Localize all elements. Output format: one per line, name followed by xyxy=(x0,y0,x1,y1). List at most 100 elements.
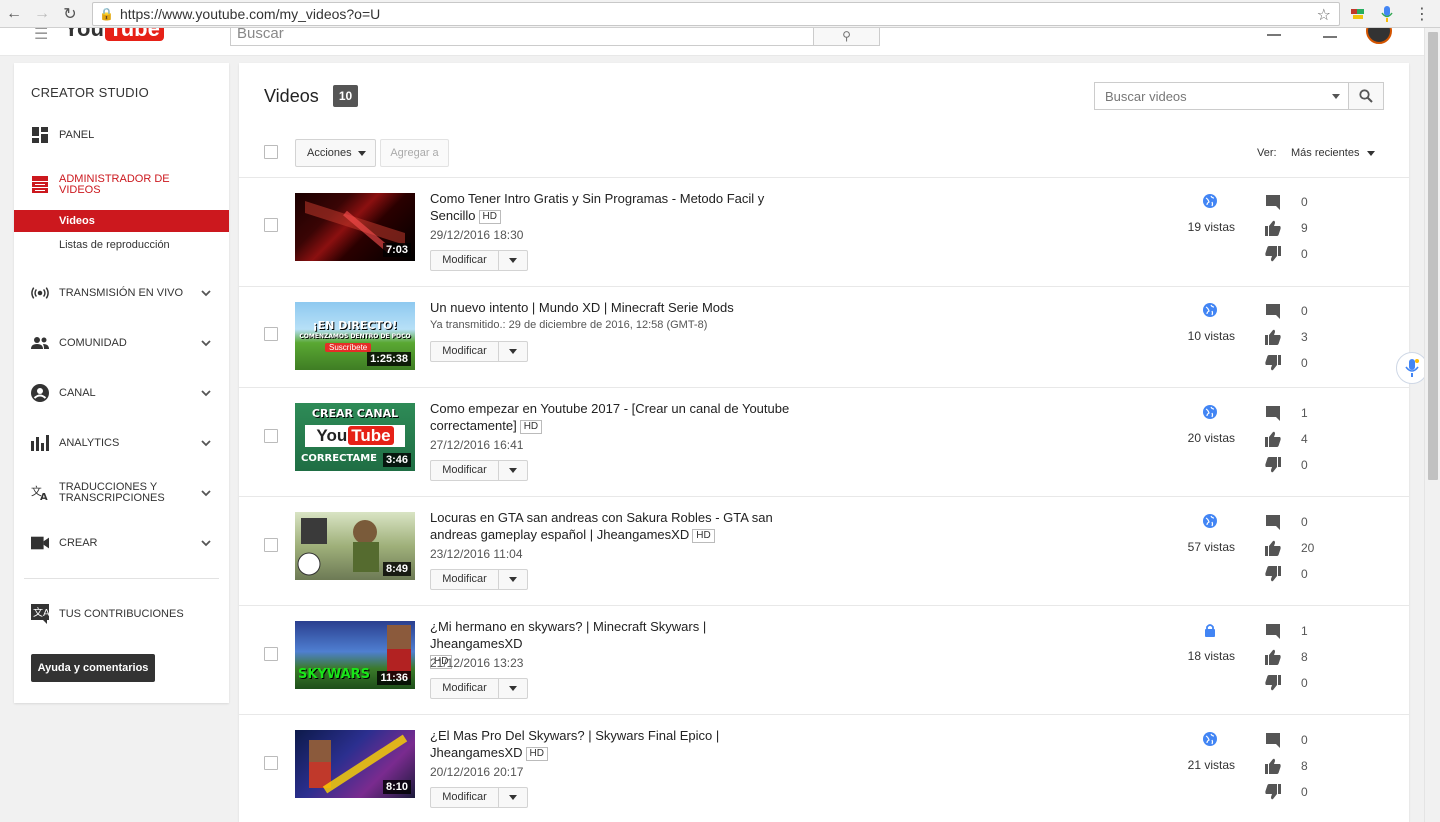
video-title-text[interactable]: Un nuevo intento | Mundo XD | Minecraft … xyxy=(430,300,734,315)
thumbs-down-icon xyxy=(1265,675,1281,691)
page-scrollbar[interactable] xyxy=(1424,28,1440,822)
video-title[interactable]: Como empezar en Youtube 2017 - [Crear un… xyxy=(430,400,790,434)
hd-badge: HD xyxy=(692,529,715,543)
sidebar-item-translations[interactable]: 文A TRADUCCIONES Y TRANSCRIPCIONES xyxy=(14,478,229,508)
public-globe-icon xyxy=(1203,732,1217,746)
video-title-text[interactable]: Locuras en GTA san andreas con Sakura Ro… xyxy=(430,510,773,542)
thumbs-up-icon xyxy=(1265,540,1281,556)
back-icon[interactable]: ← xyxy=(0,0,28,28)
video-thumbnail[interactable]: 8:10 xyxy=(295,730,415,798)
forward-icon[interactable]: → xyxy=(28,0,56,28)
sidebar-item-panel[interactable]: PANEL xyxy=(14,120,229,150)
video-thumbnail[interactable]: 8:49 xyxy=(295,512,415,580)
video-row-checkbox[interactable] xyxy=(264,218,278,232)
bookmark-star-icon[interactable]: ☆ xyxy=(1317,5,1331,25)
add-to-button[interactable]: Agregar a xyxy=(380,139,449,167)
upload-icon[interactable] xyxy=(1267,28,1281,36)
video-thumbnail[interactable]: SKYWARS 11:36 xyxy=(295,621,415,689)
scrollbar-thumb[interactable] xyxy=(1428,32,1438,480)
edit-label: Modificar xyxy=(431,342,499,361)
search-videos-input[interactable]: Buscar videos xyxy=(1094,82,1349,110)
sidebar-item-contributions[interactable]: 文A TUS CONTRIBUCIONES xyxy=(14,599,229,629)
video-row-checkbox[interactable] xyxy=(264,538,278,552)
edit-button[interactable]: Modificar xyxy=(430,341,528,362)
video-title[interactable]: Locuras en GTA san andreas con Sakura Ro… xyxy=(430,509,790,543)
video-thumbnail[interactable]: ¡EN DIRECTO! COMENZAMOS DENTRO DE POCO S… xyxy=(295,302,415,370)
sidebar-item-live[interactable]: TRANSMISIÓN EN VIVO xyxy=(14,278,229,308)
caret-down-icon[interactable] xyxy=(509,577,517,582)
chevron-down-icon[interactable] xyxy=(201,438,211,448)
address-bar[interactable]: 🔒 https://www.youtube.com/my_videos?o=U … xyxy=(92,2,1340,26)
view-count: 19 vistas xyxy=(1187,220,1235,234)
sidebar-subitem-videos[interactable]: Videos xyxy=(14,210,229,232)
edit-button[interactable]: Modificar xyxy=(430,787,528,808)
reload-icon[interactable]: ↻ xyxy=(56,0,84,28)
actions-dropdown-button[interactable]: Acciones xyxy=(295,139,376,167)
sort-select[interactable]: Más recientes xyxy=(1291,147,1376,159)
logo-you-text: You xyxy=(64,28,104,41)
comment-icon xyxy=(1266,406,1280,421)
dashboard-icon xyxy=(31,126,49,144)
video-row-checkbox[interactable] xyxy=(264,327,278,341)
chevron-down-icon[interactable] xyxy=(201,388,211,398)
actions-label: Acciones xyxy=(307,147,352,159)
sidebar-divider xyxy=(24,578,219,579)
video-thumbnail[interactable]: 7:03 xyxy=(295,193,415,261)
sidebar-item-channel[interactable]: CANAL xyxy=(14,378,229,408)
voice-extension-icon[interactable] xyxy=(1377,4,1397,24)
youtube-search-button[interactable]: ⚲ xyxy=(813,28,880,46)
search-videos-button[interactable] xyxy=(1349,82,1384,110)
edit-button[interactable]: Modificar xyxy=(430,250,528,271)
video-camera-icon xyxy=(31,534,49,552)
browser-toolbar: ← → ↻ 🔒 https://www.youtube.com/my_video… xyxy=(0,0,1440,28)
caret-down-icon[interactable] xyxy=(509,686,517,691)
video-date: 29/12/2016 18:30 xyxy=(430,228,524,242)
like-count: 4 xyxy=(1301,432,1308,446)
caret-down-icon[interactable] xyxy=(509,468,517,473)
search-options-dropdown-icon[interactable] xyxy=(1332,94,1340,99)
video-manager-icon xyxy=(31,176,49,194)
sidebar-item-video-manager[interactable]: ADMINISTRADOR DE VIDEOS xyxy=(14,170,229,200)
menu-icon[interactable]: ☰ xyxy=(34,28,48,44)
video-row: CREAR CANAL You Tube CORRECTAME 3:46 Como… xyxy=(239,388,1409,497)
sidebar-item-create[interactable]: CREAR xyxy=(14,528,229,558)
sidebar-item-community[interactable]: COMUNIDAD xyxy=(14,328,229,358)
video-title[interactable]: Un nuevo intento | Mundo XD | Minecraft … xyxy=(430,299,790,316)
live-broadcast-icon xyxy=(31,284,49,302)
video-title-text[interactable]: ¿Mi hermano en skywars? | Minecraft Skyw… xyxy=(430,619,706,651)
notifications-icon[interactable] xyxy=(1323,28,1337,38)
caret-down-icon[interactable] xyxy=(509,258,517,263)
chevron-down-icon[interactable] xyxy=(201,488,211,498)
caret-down-icon[interactable] xyxy=(509,349,517,354)
browser-menu-icon[interactable]: ⋮ xyxy=(1412,4,1432,24)
edit-button[interactable]: Modificar xyxy=(430,569,528,590)
avatar[interactable] xyxy=(1366,28,1392,44)
video-title[interactable]: Como Tener Intro Gratis y Sin Programas … xyxy=(430,190,790,224)
logo-tube-text: Tube xyxy=(104,28,164,41)
view-count: 10 vistas xyxy=(1187,329,1235,343)
caret-down-icon[interactable] xyxy=(509,795,517,800)
sidebar-subitem-playlists[interactable]: Listas de reproducción xyxy=(14,234,229,256)
sidebar-item-analytics[interactable]: ANALYTICS xyxy=(14,428,229,458)
youtube-search-input[interactable]: Buscar xyxy=(230,28,814,46)
chevron-down-icon[interactable] xyxy=(201,338,211,348)
edit-button[interactable]: Modificar xyxy=(430,678,528,699)
video-row-checkbox[interactable] xyxy=(264,756,278,770)
extension-icon[interactable] xyxy=(1348,4,1368,24)
video-manager-panel: Videos 10 Buscar videos Acciones Agregar… xyxy=(239,63,1409,822)
thumbs-up-icon xyxy=(1265,329,1281,345)
video-row-checkbox[interactable] xyxy=(264,429,278,443)
dislike-count: 0 xyxy=(1301,567,1308,581)
video-thumbnail[interactable]: CREAR CANAL You Tube CORRECTAME 3:46 xyxy=(295,403,415,471)
video-title-text[interactable]: ¿El Mas Pro Del Skywars? | Skywars Final… xyxy=(430,728,719,760)
chevron-down-icon[interactable] xyxy=(201,538,211,548)
video-title-text[interactable]: Como empezar en Youtube 2017 - [Crear un… xyxy=(430,401,789,433)
chevron-down-icon[interactable] xyxy=(201,288,211,298)
video-row-checkbox[interactable] xyxy=(264,647,278,661)
edit-button[interactable]: Modificar xyxy=(430,460,528,481)
video-title[interactable]: ¿El Mas Pro Del Skywars? | Skywars Final… xyxy=(430,727,790,761)
youtube-logo[interactable]: You Tube xyxy=(64,28,164,42)
help-feedback-button[interactable]: Ayuda y comentarios xyxy=(31,654,155,682)
select-all-checkbox[interactable] xyxy=(264,145,278,159)
sort-value: Más recientes xyxy=(1291,147,1360,159)
